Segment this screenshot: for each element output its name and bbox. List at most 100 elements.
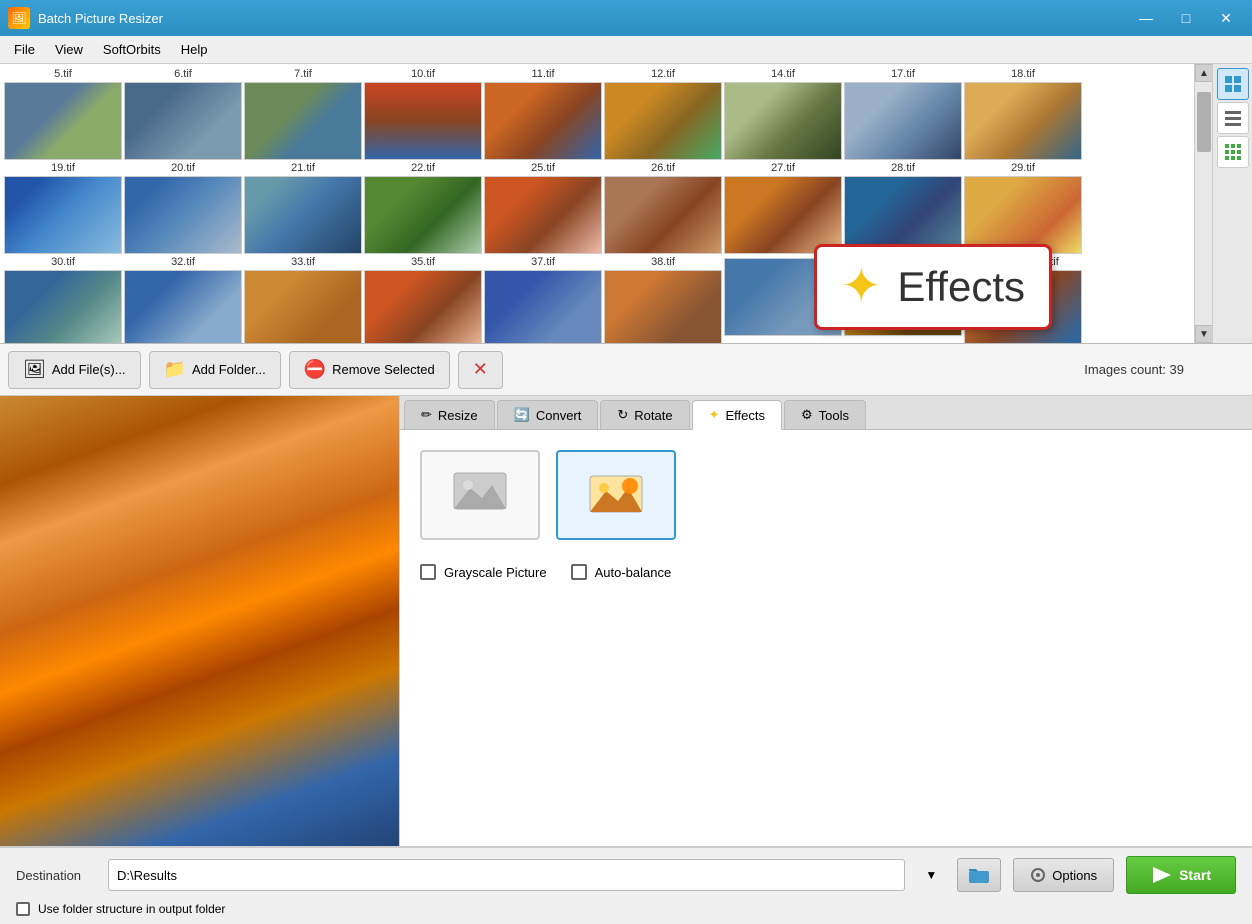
convert-tab-label: Convert [536,408,582,423]
gallery-row-1: 5.tif 6.tif 7.tif 10.tif 11.tif [4,68,1190,160]
list-item[interactable]: 35.tif [364,256,482,343]
thumbnail-view-button[interactable] [1217,68,1249,100]
list-item[interactable]: 27.tif [724,162,842,254]
menu-help[interactable]: Help [171,38,218,61]
grayscale-checkbox-label: Grayscale Picture [444,565,547,580]
start-button[interactable]: Start [1126,856,1236,894]
effects-checkboxes: Grayscale Picture Auto-balance [420,564,1232,580]
tab-convert[interactable]: 🔄 Convert [497,400,599,429]
main-area: 5.tif 6.tif 7.tif 10.tif 11.tif [0,64,1252,924]
remove-selected-button[interactable]: ⛔ Remove Selected [289,351,450,389]
autobalance-checkbox-label: Auto-balance [595,565,672,580]
tools-tab-label: Tools [819,408,849,423]
list-item[interactable]: 32.tif [124,256,242,343]
bottom-wrapper: Destination ▼ Options Start Use folder s… [0,846,1252,924]
gallery-scrollbar[interactable]: ▲ ▼ [1194,64,1212,343]
scroll-track[interactable] [1195,82,1212,325]
list-item[interactable]: 5.tif [4,68,122,160]
browse-folder-button[interactable] [957,858,1001,892]
convert-tab-icon: 🔄 [514,407,530,423]
list-item[interactable]: 28.tif [844,162,962,254]
window-controls: — □ ✕ [1128,4,1244,32]
rotate-tab-icon: ↻ [617,407,628,423]
destination-label: Destination [16,868,96,883]
options-button[interactable]: Options [1013,858,1114,892]
options-button-label: Options [1052,868,1097,883]
tab-tools[interactable]: ⚙ Tools [784,400,866,429]
effects-star-icon: ✦ [841,263,881,311]
clear-all-icon: ✕ [473,359,488,380]
grayscale-effect-icon-box[interactable] [420,450,540,540]
preview-panel [0,396,400,846]
list-view-button[interactable] [1217,102,1249,134]
maximize-button[interactable]: □ [1168,4,1204,32]
menu-view[interactable]: View [45,38,93,61]
autobalance-checkbox[interactable]: Auto-balance [571,564,672,580]
grid-view-button[interactable] [1217,136,1249,168]
effects-popup: ✦ Effects [814,244,1052,330]
list-item[interactable]: 17.tif [844,68,962,160]
tabs-bar: ✏ Resize 🔄 Convert ↻ Rotate ✦ Effects ⚙ [400,396,1252,430]
resize-tab-label: Resize [438,408,478,423]
list-item[interactable]: 7.tif [244,68,362,160]
menu-file[interactable]: File [4,38,45,61]
list-item[interactable]: 29.tif [964,162,1082,254]
use-folder-structure-checkbox[interactable] [16,902,30,916]
bottom-main-row: Destination ▼ Options Start [0,848,1252,902]
scroll-thumb[interactable] [1197,92,1211,152]
app-icon: 🖼 [8,7,30,29]
dropdown-arrow[interactable]: ▼ [917,861,945,889]
list-item[interactable]: 22.tif [364,162,482,254]
destination-input[interactable] [108,859,905,891]
tab-resize[interactable]: ✏ Resize [404,400,495,429]
list-item[interactable]: 30.tif [4,256,122,343]
tab-rotate[interactable]: ↻ Rotate [600,400,689,429]
images-count: Images count: 39 [1084,362,1244,377]
scroll-down-button[interactable]: ▼ [1195,325,1213,343]
tab-effects[interactable]: ✦ Effects [692,400,782,430]
gallery-row-2: 19.tif 20.tif 21.tif 22.tif 25.tif [4,162,1190,254]
minimize-button[interactable]: — [1128,4,1164,32]
list-item[interactable]: 14.tif [724,68,842,160]
start-button-label: Start [1179,867,1211,883]
right-panel: ✏ Resize 🔄 Convert ↻ Rotate ✦ Effects ⚙ [400,396,1252,846]
list-item[interactable]: 19.tif [4,162,122,254]
list-item[interactable]: 20.tif [124,162,242,254]
grayscale-checkbox[interactable]: Grayscale Picture [420,564,547,580]
preview-image [0,396,399,846]
color-effect-icon [586,466,646,524]
clear-all-button[interactable]: ✕ [458,351,503,389]
list-item[interactable]: 33.tif [244,256,362,343]
list-item[interactable]: 18.tif [964,68,1082,160]
remove-selected-icon: ⛔ [304,359,326,380]
list-item[interactable]: 10.tif [364,68,482,160]
add-folder-icon: 📁 [164,359,186,380]
scroll-up-button[interactable]: ▲ [1195,64,1213,82]
list-item[interactable]: 38.tif [604,256,722,343]
menu-softorbits[interactable]: SoftOrbits [93,38,171,61]
effects-icons-row [420,450,1232,540]
grayscale-checkbox-box[interactable] [420,564,436,580]
list-item[interactable]: 21.tif [244,162,362,254]
color-effect-icon-box[interactable] [556,450,676,540]
effects-popup-label: Effects [897,263,1025,311]
list-item[interactable]: 6.tif [124,68,242,160]
list-item[interactable]: 26.tif [604,162,722,254]
add-files-icon: 🖼 [23,359,46,380]
list-item[interactable]: 25.tif [484,162,602,254]
add-folder-button[interactable]: 📁 Add Folder... [149,351,281,389]
toolbar: 🖼 Add File(s)... 📁 Add Folder... ⛔ Remov… [0,344,1252,396]
tools-tab-icon: ⚙ [801,407,813,423]
list-item[interactable]: 11.tif [484,68,602,160]
menubar: File View SoftOrbits Help [0,36,1252,64]
close-button[interactable]: ✕ [1208,4,1244,32]
autobalance-checkbox-box[interactable] [571,564,587,580]
bottom-second-row: Use folder structure in output folder [0,902,1252,924]
list-item[interactable]: 12.tif [604,68,722,160]
effects-content: Grayscale Picture Auto-balance [400,430,1252,846]
add-files-button[interactable]: 🖼 Add File(s)... [8,351,141,389]
use-folder-structure-label: Use folder structure in output folder [38,902,225,916]
grayscale-effect-icon [450,463,510,527]
app-title: Batch Picture Resizer [38,11,1128,26]
list-item[interactable]: 37.tif [484,256,602,343]
